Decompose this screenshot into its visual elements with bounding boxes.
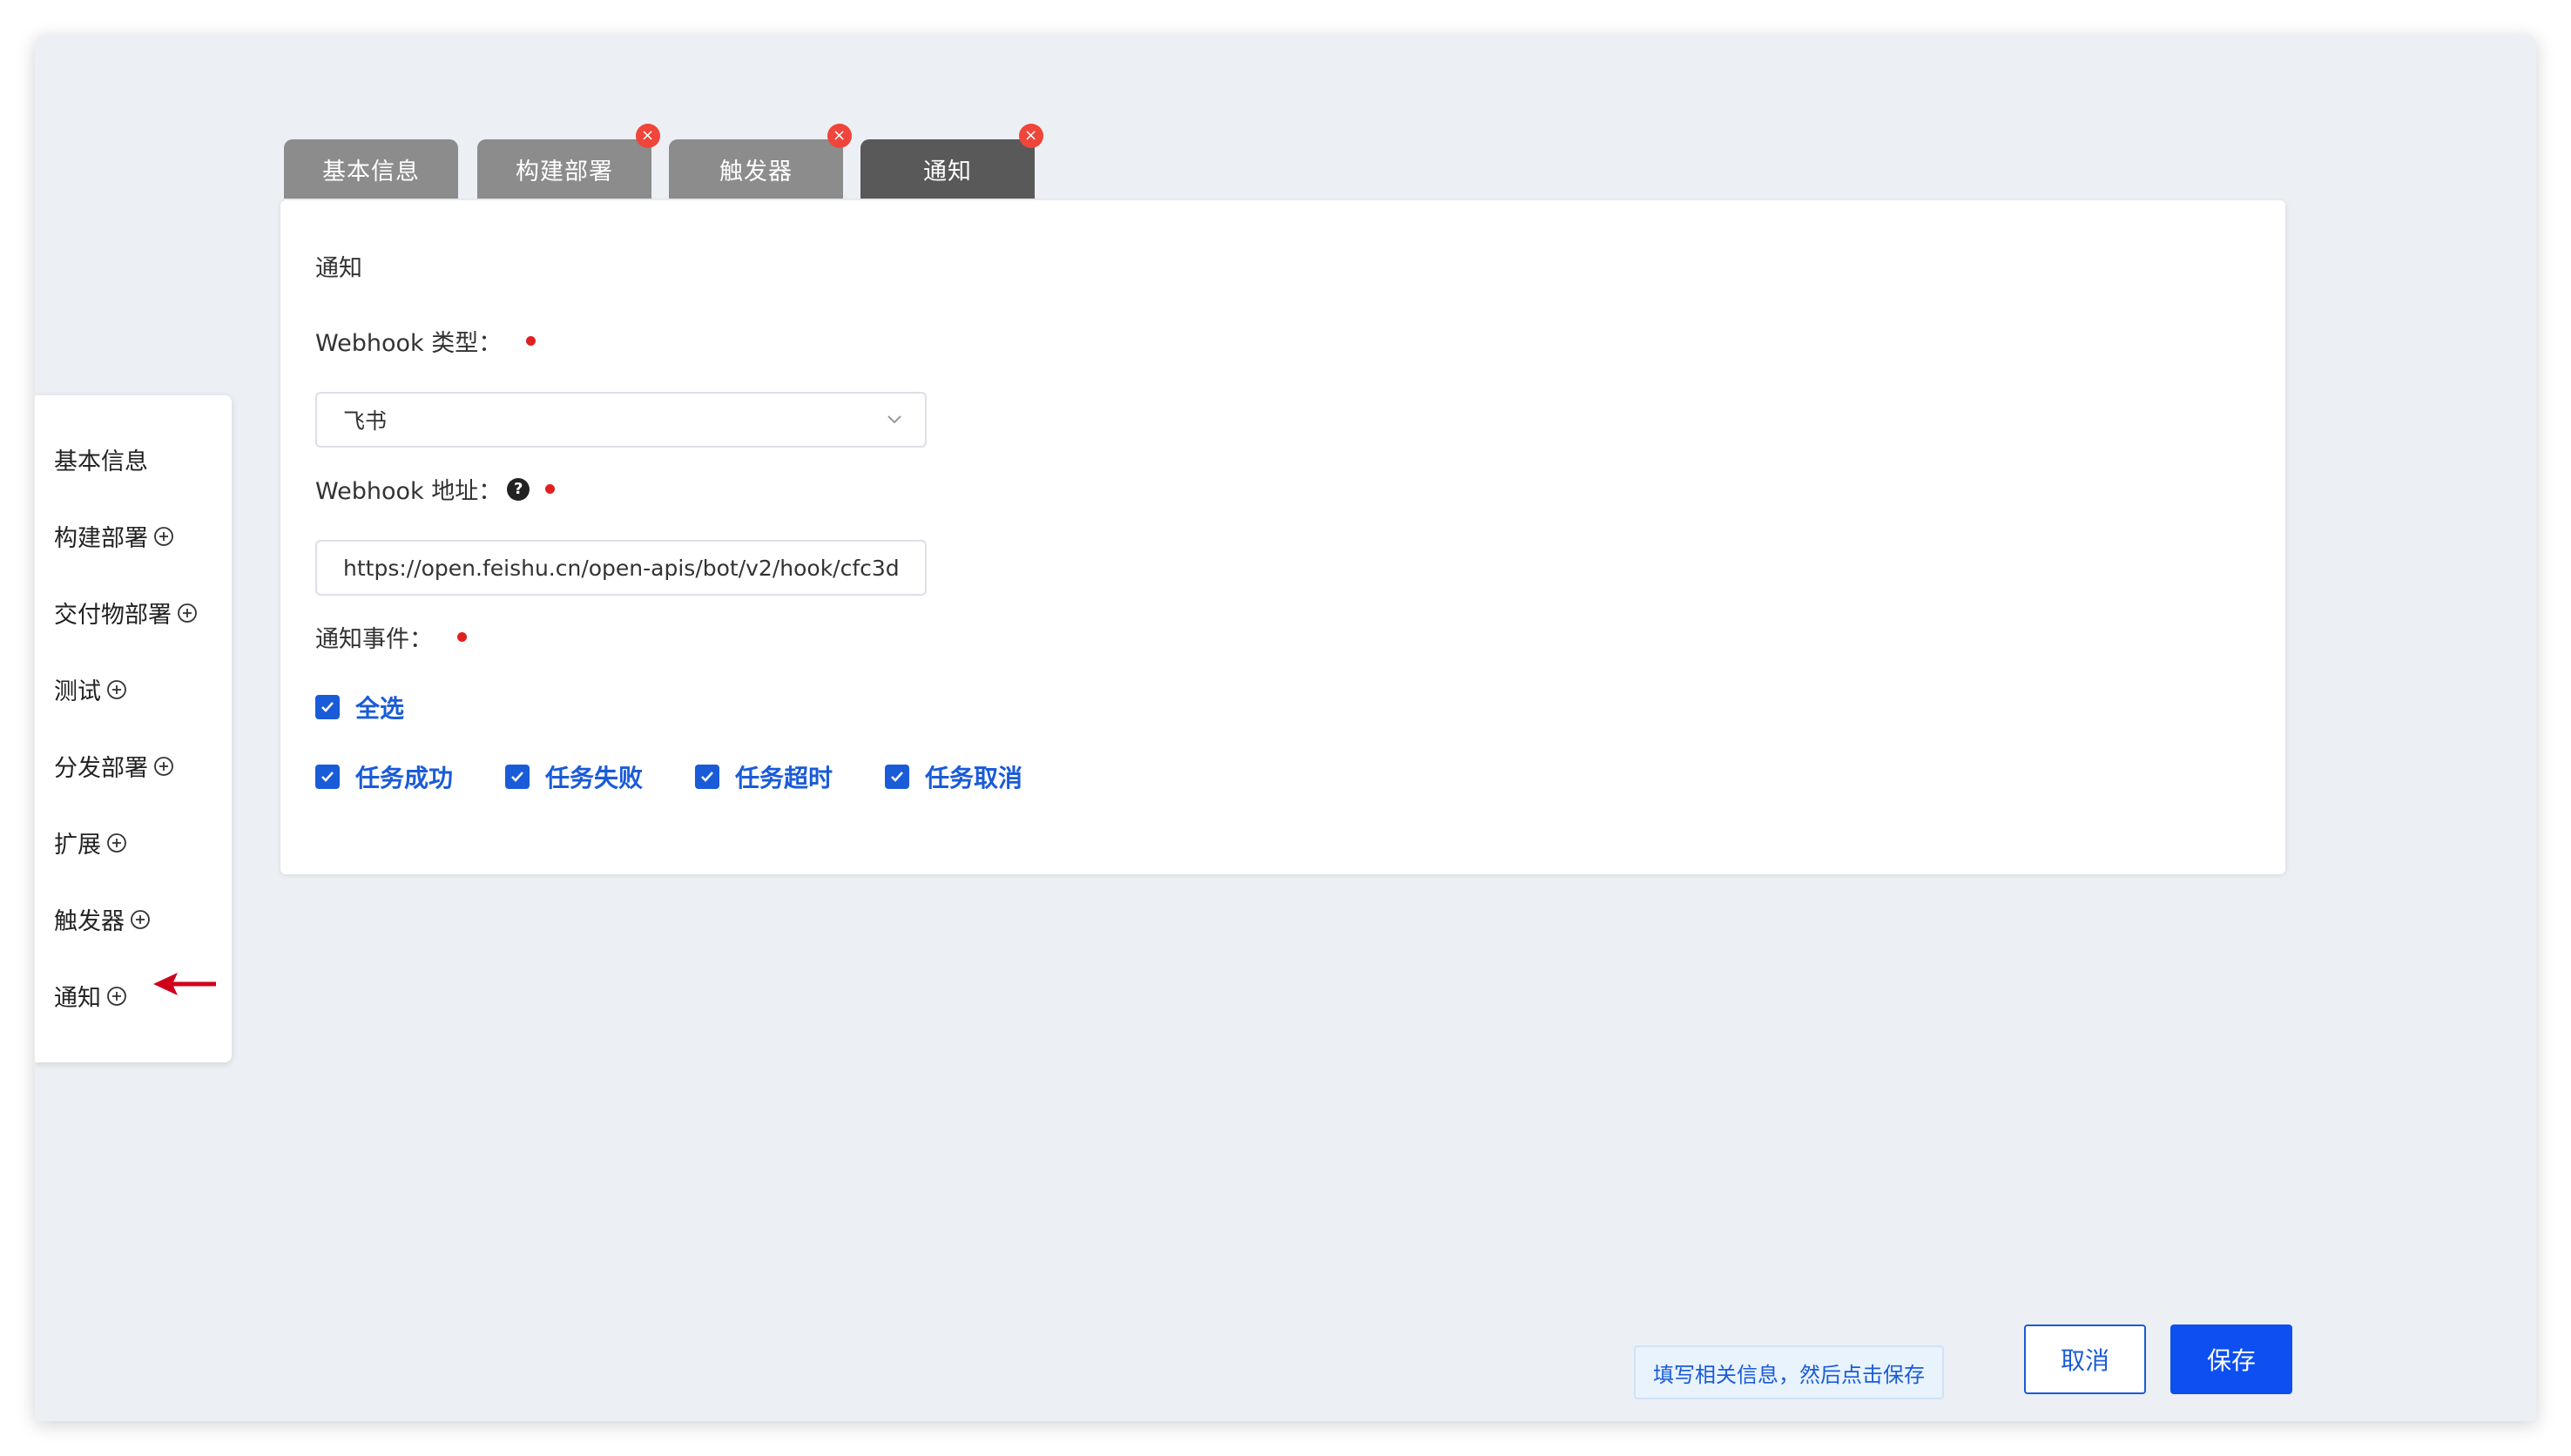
tab-label: 触发器 — [719, 158, 793, 185]
checkmark-icon — [885, 765, 910, 789]
label-text: Webhook 地址： — [315, 478, 503, 505]
add-circle-icon[interactable] — [106, 986, 127, 1007]
sidebar-item-notification[interactable]: 通知 — [54, 979, 127, 1013]
add-circle-icon[interactable] — [106, 679, 127, 700]
sidebar-item-extension[interactable]: 扩展 — [54, 826, 127, 859]
side-navigation: 基本信息 构建部署 交付物部署 测试 分发部署 扩展 触发器 通知 — [35, 395, 232, 1062]
select-all-checkbox[interactable]: 全选 — [315, 690, 404, 725]
checkmark-icon — [315, 765, 340, 789]
add-circle-icon[interactable] — [153, 756, 174, 777]
hint-message: 填写相关信息，然后点击保存 — [1634, 1345, 1944, 1399]
required-dot — [526, 336, 536, 346]
label-text: 通知事件： — [315, 626, 433, 653]
tab-basic-info[interactable]: 基本信息 — [284, 139, 458, 199]
events-label: 通知事件： — [315, 620, 467, 654]
checkmark-icon — [695, 765, 720, 789]
add-circle-icon[interactable] — [130, 909, 151, 930]
required-dot — [457, 632, 467, 642]
webhook-url-label: Webhook 地址： ? — [315, 472, 556, 506]
event-checkbox-cancel[interactable]: 任务取消 — [885, 759, 1022, 794]
add-circle-icon[interactable] — [106, 832, 127, 853]
close-icon[interactable]: × — [827, 124, 852, 148]
tab-trigger[interactable]: 触发器 × — [669, 124, 852, 199]
select-all-row: 全选 — [315, 690, 456, 725]
notification-form-card: 通知 Webhook 类型： 飞书 Webhook 地址： ? 通知事件： — [280, 200, 2285, 874]
webhook-type-label: Webhook 类型： — [315, 324, 536, 358]
sidebar-item-label: 扩展 — [54, 832, 101, 859]
sidebar-item-label: 触发器 — [54, 908, 125, 935]
add-circle-icon[interactable] — [177, 603, 198, 624]
close-icon[interactable]: × — [1019, 124, 1043, 148]
arrow-left-icon — [153, 973, 216, 995]
tab-label: 构建部署 — [516, 158, 613, 185]
event-checkbox-timeout[interactable]: 任务超时 — [695, 759, 833, 794]
cancel-button[interactable]: 取消 — [2024, 1325, 2146, 1394]
sidebar-item-trigger[interactable]: 触发器 — [54, 902, 151, 936]
sidebar-item-label: 交付物部署 — [54, 602, 172, 629]
event-checkbox-failure[interactable]: 任务失败 — [505, 759, 643, 794]
close-icon[interactable]: × — [636, 124, 660, 148]
webhook-url-input[interactable] — [315, 540, 927, 596]
sidebar-item-test[interactable]: 测试 — [54, 672, 127, 706]
select-value: 飞书 — [343, 408, 388, 434]
checkmark-icon — [505, 765, 530, 789]
add-circle-icon[interactable] — [153, 526, 174, 547]
sidebar-item-build-deploy[interactable]: 构建部署 — [54, 519, 174, 553]
tab-build-deploy[interactable]: 构建部署 × — [477, 124, 660, 199]
required-dot — [545, 484, 556, 494]
sidebar-item-artifact-deploy[interactable]: 交付物部署 — [54, 596, 198, 630]
checkbox-label: 任务超时 — [735, 764, 833, 792]
event-checkbox-success[interactable]: 任务成功 — [315, 759, 453, 794]
tab-label: 通知 — [923, 158, 972, 185]
sidebar-item-label: 基本信息 — [54, 448, 148, 475]
sidebar-item-distribution-deploy[interactable]: 分发部署 — [54, 749, 174, 783]
help-icon[interactable]: ? — [507, 477, 530, 501]
label-text: Webhook 类型： — [315, 330, 503, 357]
webhook-type-select[interactable]: 飞书 — [315, 392, 927, 448]
sidebar-item-label: 分发部署 — [54, 755, 148, 782]
sidebar-item-label: 构建部署 — [54, 525, 148, 552]
checkbox-label: 任务失败 — [545, 764, 644, 792]
checkbox-label: 任务取消 — [925, 764, 1023, 792]
section-title: 通知 — [315, 255, 362, 282]
sidebar-item-label: 通知 — [54, 985, 101, 1012]
sidebar-item-basic-info[interactable]: 基本信息 — [54, 442, 148, 476]
events-row: 任务成功 任务失败 任务超时 任务取消 — [315, 759, 1075, 794]
checkmark-icon — [315, 695, 340, 719]
checkbox-label: 任务成功 — [355, 764, 454, 792]
checkbox-label: 全选 — [355, 694, 405, 723]
save-button[interactable]: 保存 — [2170, 1325, 2292, 1394]
sidebar-item-label: 测试 — [54, 678, 101, 705]
chevron-down-icon — [887, 415, 901, 424]
tab-notification[interactable]: 通知 × — [860, 124, 1043, 199]
app-window: 基本信息 构建部署 × 触发器 × 通知 × 通知 Webhook 类型： 飞书… — [35, 35, 2536, 1421]
tab-label: 基本信息 — [322, 158, 420, 185]
